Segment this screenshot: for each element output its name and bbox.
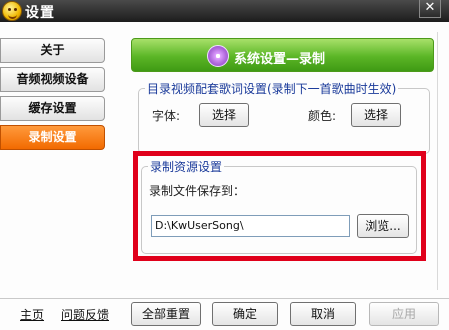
footer-divider: [0, 298, 449, 299]
color-label: 颜色:: [308, 109, 337, 123]
color-select-button[interactable]: 选择: [351, 103, 401, 127]
home-link[interactable]: 主页: [20, 306, 44, 323]
smiley-app-icon: [2, 1, 22, 21]
title-bar[interactable]: 设置 ✕: [0, 0, 449, 22]
sidebar-item-audio-video[interactable]: 音频视频设备: [0, 67, 105, 92]
panel-header: 系统设置—录制: [131, 38, 434, 72]
panel-title: 系统设置—录制: [234, 52, 326, 67]
font-select-button[interactable]: 选择: [199, 103, 249, 127]
apply-button[interactable]: 应用: [369, 302, 439, 326]
cancel-button[interactable]: 取消: [290, 302, 356, 326]
font-label: 字体:: [152, 109, 181, 123]
highlight-box: [133, 151, 426, 261]
settings-body: 关于 音频视频设备 缓存设置 录制设置 系统设置—录制 目录视频配套歌词设置(录…: [0, 22, 449, 330]
ok-button[interactable]: 确定: [212, 302, 278, 326]
sidebar-item-recording[interactable]: 录制设置: [0, 125, 105, 150]
close-button[interactable]: ✕: [419, 0, 441, 18]
window-title: 设置: [25, 5, 55, 21]
sidebar-item-cache[interactable]: 缓存设置: [0, 96, 105, 121]
lyrics-group-legend: 目录视频配套歌词设置(录制下一首歌曲时生效): [147, 82, 397, 96]
footer-bar: 主页 问题反馈 全部重置 确定 取消 应用: [0, 298, 449, 330]
flower-icon: [207, 45, 229, 67]
reset-all-button[interactable]: 全部重置: [131, 302, 201, 326]
feedback-link[interactable]: 问题反馈: [61, 306, 109, 323]
vertical-divider: [437, 32, 438, 290]
sidebar-item-about[interactable]: 关于: [0, 38, 105, 63]
